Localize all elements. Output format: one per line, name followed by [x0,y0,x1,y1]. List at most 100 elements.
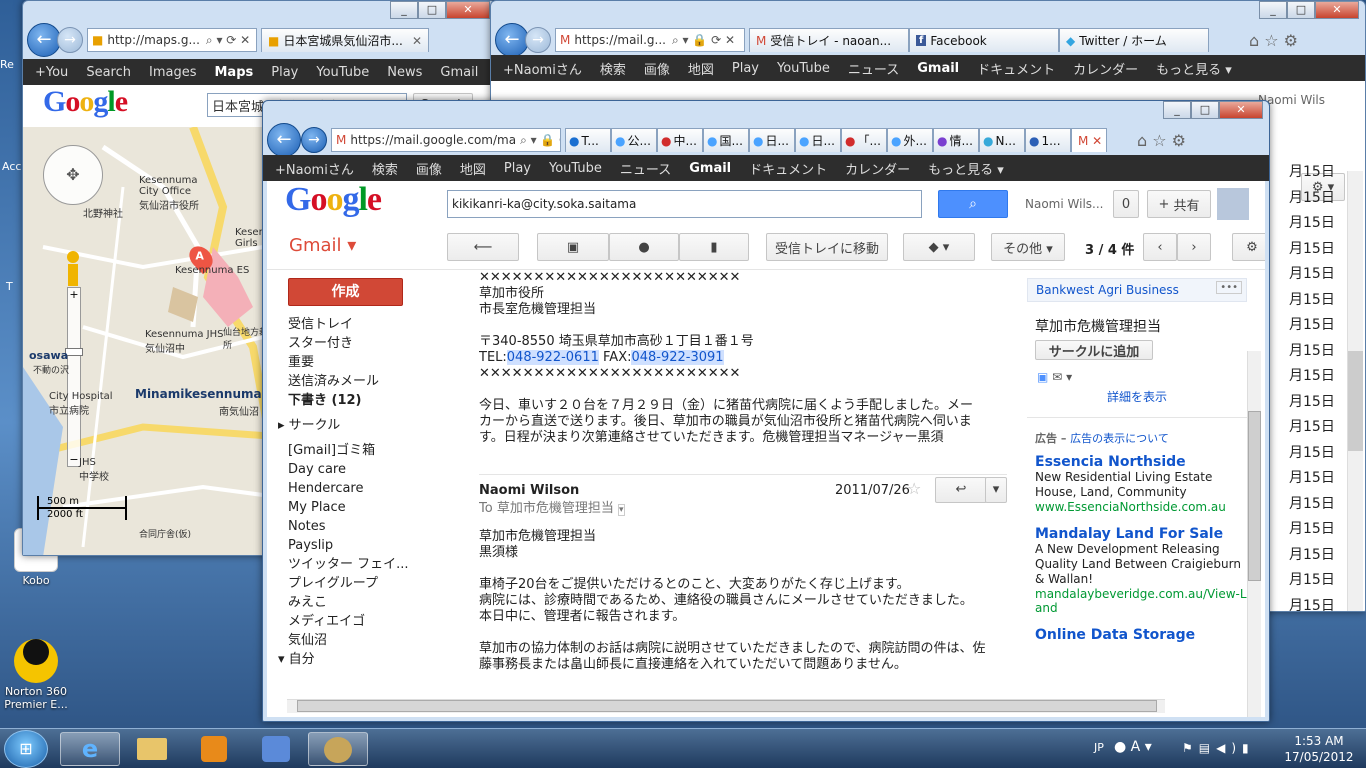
tel-link[interactable]: 048-922-0611 [506,350,599,365]
ad-url[interactable]: mandalaybeveridge.com.au/View-Land [1035,587,1247,615]
browser-tab[interactable]: ● 情... [933,128,979,152]
nav-label[interactable]: Notes [288,517,438,536]
back-button[interactable]: ← [267,123,301,157]
browser-tab[interactable]: ● 「... [841,128,887,152]
taskbar-ie[interactable]: e [60,732,120,766]
nav-label[interactable]: Hendercare [288,479,438,498]
gbar-item[interactable]: ニュース [620,159,671,178]
fax-link[interactable]: 048-922-3091 [631,350,724,365]
home-icon[interactable]: ⌂ ☆ ⚙ [1249,31,1298,50]
horizontal-scrollbar[interactable] [287,699,1165,713]
nav-label[interactable]: My Place [288,498,438,517]
nav-label[interactable]: プレイグループ [288,574,438,593]
gbar-item-active[interactable]: Gmail [689,161,731,176]
tab-inbox[interactable]: M 受信トレイ - naoan... [749,28,909,52]
gbar-item[interactable]: 画像 [644,59,670,78]
nav-label[interactable]: Payslip [288,536,438,555]
sidebar-scrollbar[interactable] [1247,351,1261,717]
forward-button[interactable]: → [525,27,551,53]
nav-starred[interactable]: スター付き [288,334,438,353]
norton-desktop-icon[interactable]: Norton 360 Premier E... [4,630,68,711]
gbar-item[interactable]: 検索 [600,59,626,78]
maps-tab[interactable]: ■ 日本宮城県気仙沼市... ✕ [261,28,429,52]
forward-button[interactable]: → [301,127,327,153]
gbar-item[interactable]: +You [35,65,68,80]
home-icon[interactable]: ⌂ ☆ ⚙ [1137,131,1186,150]
zoom-slider[interactable]: + − [65,287,83,467]
address-bar[interactable]: Mhttps://mail.g... ⌕ ▾ 🔒 ⟳ ✕ [555,28,745,52]
taskbar-app[interactable] [246,732,306,766]
sender-name[interactable]: Naomi Wilson [479,483,579,499]
spam-button[interactable]: ● [609,233,679,261]
nav-label[interactable]: [Gmail]ゴミ箱 [288,441,438,460]
nav-label[interactable]: メディエイゴ [288,612,438,631]
compose-button[interactable]: 作成 [288,278,403,306]
gbar-item[interactable]: YouTube [316,65,369,80]
gbar-item[interactable]: Search [86,65,131,80]
taskbar-media[interactable] [184,732,244,766]
nav-inbox[interactable]: 受信トレイ [288,315,438,334]
ad-title[interactable]: Essencia Northside [1035,454,1247,470]
back-to-inbox-button[interactable]: ⟵ [447,233,519,261]
nav-label[interactable]: みえこ [288,593,438,612]
tray-icons[interactable]: ⚑▤◀)▮ [1182,741,1255,755]
add-to-circle-button[interactable]: サークルに追加 [1035,340,1153,360]
gbar-item[interactable]: ドキュメント [749,159,827,178]
back-scrollbar[interactable] [1347,171,1363,611]
gbar-item-active[interactable]: Gmail [917,61,959,76]
chevron-down-icon[interactable]: ▾ [1066,370,1072,384]
gmail-menu[interactable]: Gmail ▾ [289,235,356,256]
close-button[interactable]: ✕ [1219,101,1263,119]
pan-control[interactable]: ✥ [43,145,103,205]
back-button[interactable]: ← [27,23,61,57]
nav-important[interactable]: 重要 [288,353,438,372]
gbar-item[interactable]: 画像 [416,159,442,178]
scrollbar-thumb[interactable] [1248,411,1261,581]
gbar-item[interactable]: Images [149,65,197,80]
close-button[interactable]: ✕ [446,1,490,19]
details-link[interactable]: 詳細を表示 [1107,388,1247,405]
archive-button[interactable]: ▣ [537,233,609,261]
reply-button[interactable]: ↩ [935,477,987,503]
gbar-item[interactable]: 地図 [460,159,486,178]
address-bar[interactable]: ■ http://maps.g... ⌕ ▾ ⟳ ✕ [87,28,257,52]
share-button[interactable]: + 共有 [1147,190,1211,218]
gbar-item-active[interactable]: Maps [214,65,253,80]
browser-tab[interactable]: ● 日... [795,128,841,152]
gbar-item[interactable]: Gmail [440,65,478,80]
nav-self[interactable]: ▾ 自分 [278,650,438,669]
nav-label[interactable]: 気仙沼 [288,631,438,650]
nav-sent[interactable]: 送信済みメール [288,372,438,391]
browser-tab[interactable]: ● 外... [887,128,933,152]
nav-circles[interactable]: ▸ サークル [278,416,438,435]
details-dropdown-icon[interactable]: ▾ [617,504,625,516]
delete-button[interactable]: ▮ [679,233,749,261]
gbar-item[interactable]: カレンダー [1073,59,1138,78]
ime-icons[interactable]: ● A ▾ [1114,739,1152,755]
move-to-inbox-button[interactable]: 受信トレイに移動 [766,233,888,261]
close-button[interactable]: ✕ [1315,1,1359,19]
nav-label[interactable]: ツイッター フェイ... [288,555,438,574]
zoom-in-button[interactable]: + [68,288,80,301]
ad-top-link[interactable]: Bankwest Agri Business ••• [1027,278,1247,302]
user-name[interactable]: Naomi Wils... [1025,197,1103,211]
msg2-header[interactable]: Naomi Wilson To 草加市危機管理担当 ▾ 2011/07/26 ☆… [479,475,1019,523]
gbar-item[interactable]: 地図 [688,59,714,78]
minimize-button[interactable]: _ [390,1,418,19]
recipient-line[interactable]: To 草加市危機管理担当 ▾ [479,501,625,518]
star-icon[interactable]: ☆ [907,481,921,497]
gbar-item[interactable]: +Naomiさん [503,59,582,78]
forward-button[interactable]: → [57,27,83,53]
reply-menu-button[interactable]: ▾ [985,477,1007,503]
labels-button[interactable]: ◆ ▾ [903,233,975,261]
gbar-item[interactable]: Play [504,161,531,176]
address-bar[interactable]: Mhttps://mail.google.com/ma⌕ ▾ 🔒 ⟳ ✕ [331,128,561,152]
gbar-item[interactable]: ニュース [848,59,899,78]
scrollbar-thumb[interactable] [297,700,1157,712]
more-icon[interactable]: ••• [1216,281,1242,294]
notification-count[interactable]: 0 [1113,190,1139,218]
avatar[interactable] [1217,188,1249,220]
browser-tab[interactable]: ● 国... [703,128,749,152]
nav-drafts[interactable]: 下書き (12) [288,391,438,410]
minimize-button[interactable]: _ [1259,1,1287,19]
